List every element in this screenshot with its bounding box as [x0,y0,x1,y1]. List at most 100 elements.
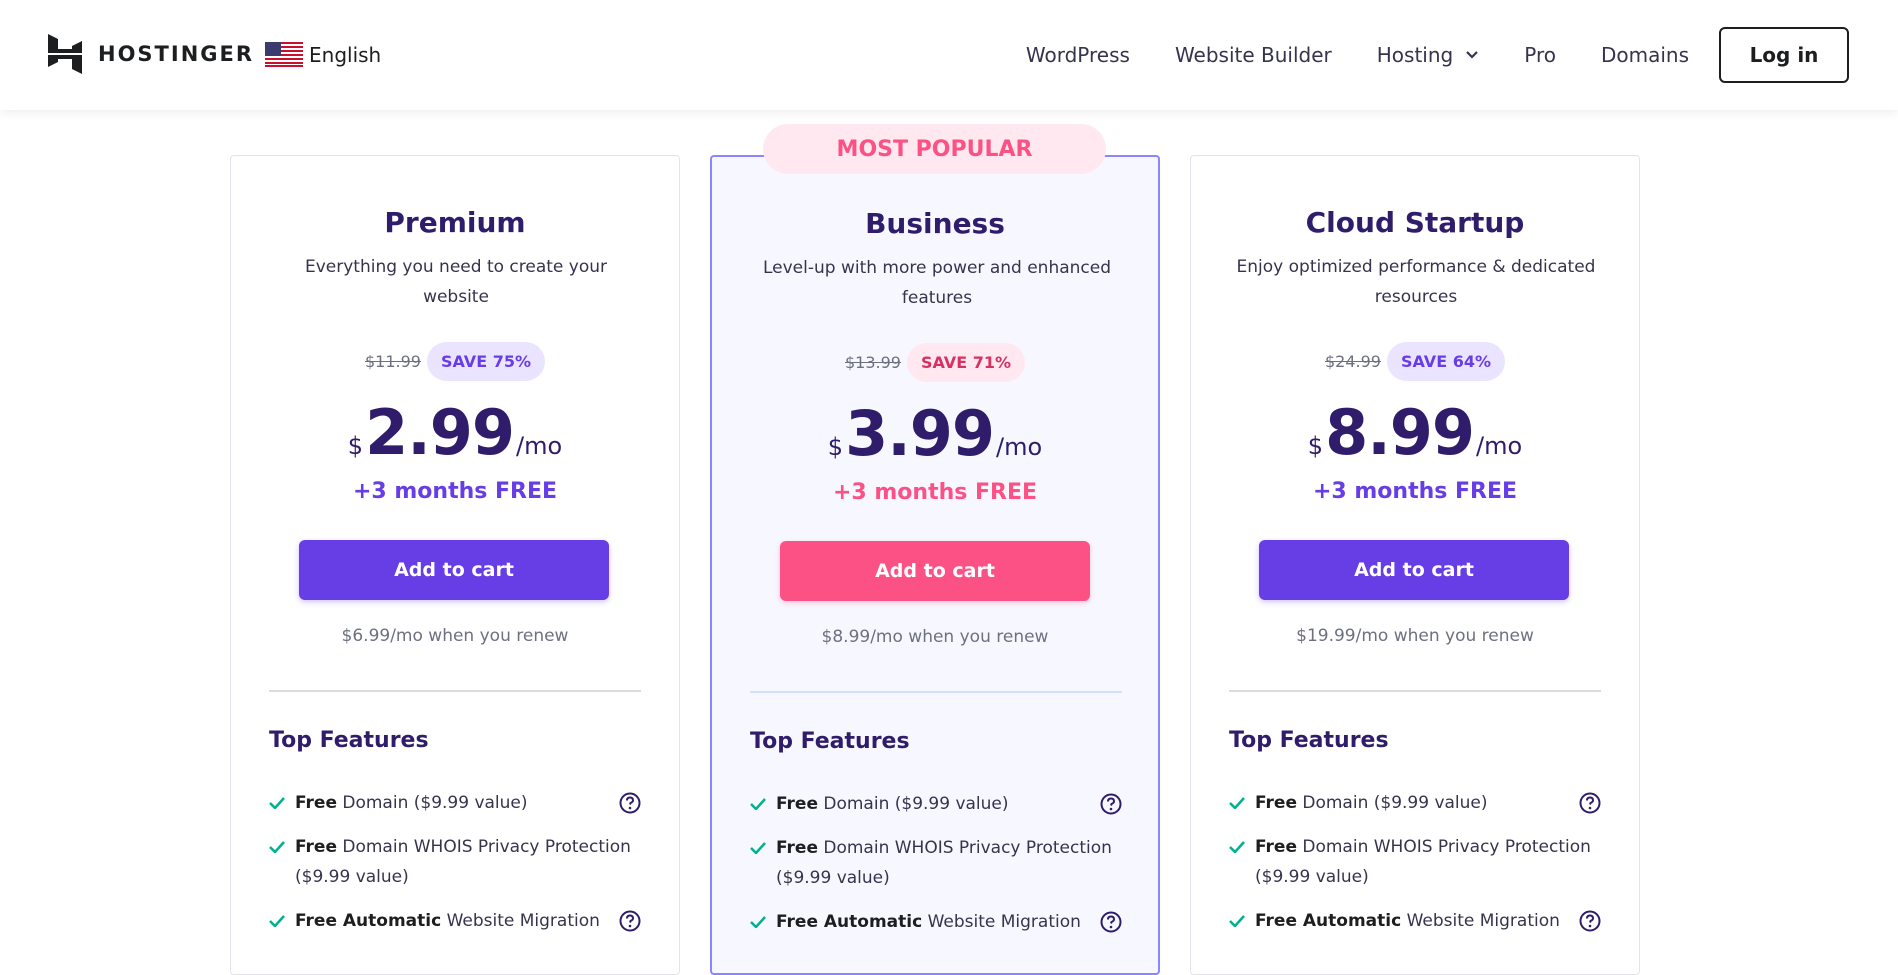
save-badge: SAVE 71% [906,343,1025,382]
plan-description: Everything you need to create your websi… [304,257,608,307]
plan-title: Cloud Startup [1305,206,1525,239]
price-period: /mo [516,432,563,460]
feature-item: Free Domain ($9.99 value) [1229,788,1601,818]
features-heading: Top Features [269,728,429,753]
renewal-price: $19.99/mo when you renew [1296,626,1534,646]
feature-text: Domain WHOIS Privacy Protection ($9.99 v… [1255,837,1591,887]
price: $ 3.99 /mo [712,397,1158,470]
feature-text: Website Migration [922,912,1081,932]
help-icon[interactable] [1100,793,1122,815]
feature-text: Domain ($9.99 value) [1296,793,1488,813]
feature-list: Free Domain ($9.99 value) Free Domain WH… [750,789,1122,951]
currency-symbol: $ [347,432,364,460]
feature-item: Free Domain ($9.99 value) [750,789,1122,819]
currency-symbol: $ [827,433,844,461]
feature-item: Free Automatic Website Migration [269,906,641,936]
nav-link-hosting-label: Hosting [1376,43,1454,67]
help-icon[interactable] [619,792,641,814]
nav-link-website-builder[interactable]: Website Builder [1175,43,1332,67]
check-icon [750,916,766,928]
feature-bold: Free [1255,837,1297,857]
nav-link-pro[interactable]: Pro [1524,43,1556,67]
feature-item: Free Domain WHOIS Privacy Protection ($9… [1229,832,1601,892]
feature-text: Website Migration [441,911,600,931]
renewal-price: $6.99/mo when you renew [341,626,569,646]
feature-bold: Free Automatic [295,911,442,931]
old-price: $13.99 [845,353,901,372]
plan-card-premium: Premium Everything you need to create yo… [230,155,680,975]
price-amount: 3.99 [845,397,995,470]
feature-item: Free Automatic Website Migration [750,907,1122,937]
plan-card-business: Business Level-up with more power and en… [710,155,1160,975]
check-icon [269,915,285,927]
us-flag-icon [265,42,303,67]
feature-text: Domain WHOIS Privacy Protection ($9.99 v… [295,837,631,887]
add-to-cart-button[interactable]: Add to cart [1259,540,1569,600]
feature-item: Free Domain WHOIS Privacy Protection ($9… [269,832,641,892]
plan-description: Enjoy optimized performance & dedicated … [1236,257,1596,307]
features-heading: Top Features [750,729,910,754]
feature-bold: Free Automatic [776,912,923,932]
check-icon [269,797,285,809]
save-badge: SAVE 75% [426,342,545,381]
check-icon [750,798,766,810]
chevron-down-icon [1466,51,1479,59]
divider [269,690,641,692]
add-to-cart-button[interactable]: Add to cart [299,540,609,600]
feature-bold: Free [295,837,337,857]
price: $ 2.99 /mo [231,396,679,469]
help-icon[interactable] [1579,910,1601,932]
help-icon[interactable] [1100,911,1122,933]
feature-text: Domain ($9.99 value) [336,793,528,813]
hostinger-logo-icon [48,34,82,74]
bonus-months: +3 months FREE [832,480,1038,505]
old-price: $11.99 [365,352,421,371]
top-navbar: HOSTINGER English WordPress Website Buil… [0,0,1898,110]
plan-description: Level-up with more power and enhanced fe… [762,258,1112,308]
price-period: /mo [1476,432,1523,460]
feature-list: Free Domain ($9.99 value) Free Domain WH… [1229,788,1601,950]
feature-bold: Free [295,793,337,813]
add-to-cart-button[interactable]: Add to cart [780,541,1090,601]
feature-bold: Free [776,794,818,814]
plan-title: Business [865,207,1005,240]
feature-text: Domain WHOIS Privacy Protection ($9.99 v… [776,838,1112,888]
features-heading: Top Features [1229,728,1389,753]
renewal-price: $8.99/mo when you renew [821,627,1049,647]
price-amount: 8.99 [1325,396,1475,469]
login-button[interactable]: Log in [1719,27,1849,83]
help-icon[interactable] [1579,792,1601,814]
currency-symbol: $ [1307,432,1324,460]
check-icon [269,841,285,853]
discount-row: $11.99 SAVE 75% [231,342,679,381]
feature-bold: Free [776,838,818,858]
feature-text: Website Migration [1401,911,1560,931]
main-menu: WordPress Website Builder Hosting Pro Do… [1026,0,1898,110]
feature-list: Free Domain ($9.99 value) Free Domain WH… [269,788,641,950]
check-icon [1229,841,1245,853]
brand-logo[interactable]: HOSTINGER [48,34,254,74]
price-period: /mo [996,433,1043,461]
old-price: $24.99 [1325,352,1381,371]
feature-item: Free Automatic Website Migration [1229,906,1601,936]
price-amount: 2.99 [365,396,515,469]
feature-bold: Free [1255,793,1297,813]
feature-item: Free Domain ($9.99 value) [269,788,641,818]
save-badge: SAVE 64% [1386,342,1505,381]
check-icon [1229,915,1245,927]
divider [750,691,1122,693]
discount-row: $24.99 SAVE 64% [1191,342,1639,381]
feature-bold: Free Automatic [1255,911,1402,931]
nav-link-domains[interactable]: Domains [1601,43,1689,67]
language-selector[interactable]: English [265,42,381,67]
brand-name: HOSTINGER [98,42,255,66]
feature-item: Free Domain WHOIS Privacy Protection ($9… [750,833,1122,893]
language-label: English [309,42,382,67]
bonus-months: +3 months FREE [352,479,558,504]
discount-row: $13.99 SAVE 71% [712,343,1158,382]
nav-link-hosting[interactable]: Hosting [1377,43,1479,67]
nav-link-wordpress[interactable]: WordPress [1026,43,1130,67]
check-icon [750,842,766,854]
bonus-months: +3 months FREE [1312,479,1518,504]
help-icon[interactable] [619,910,641,932]
